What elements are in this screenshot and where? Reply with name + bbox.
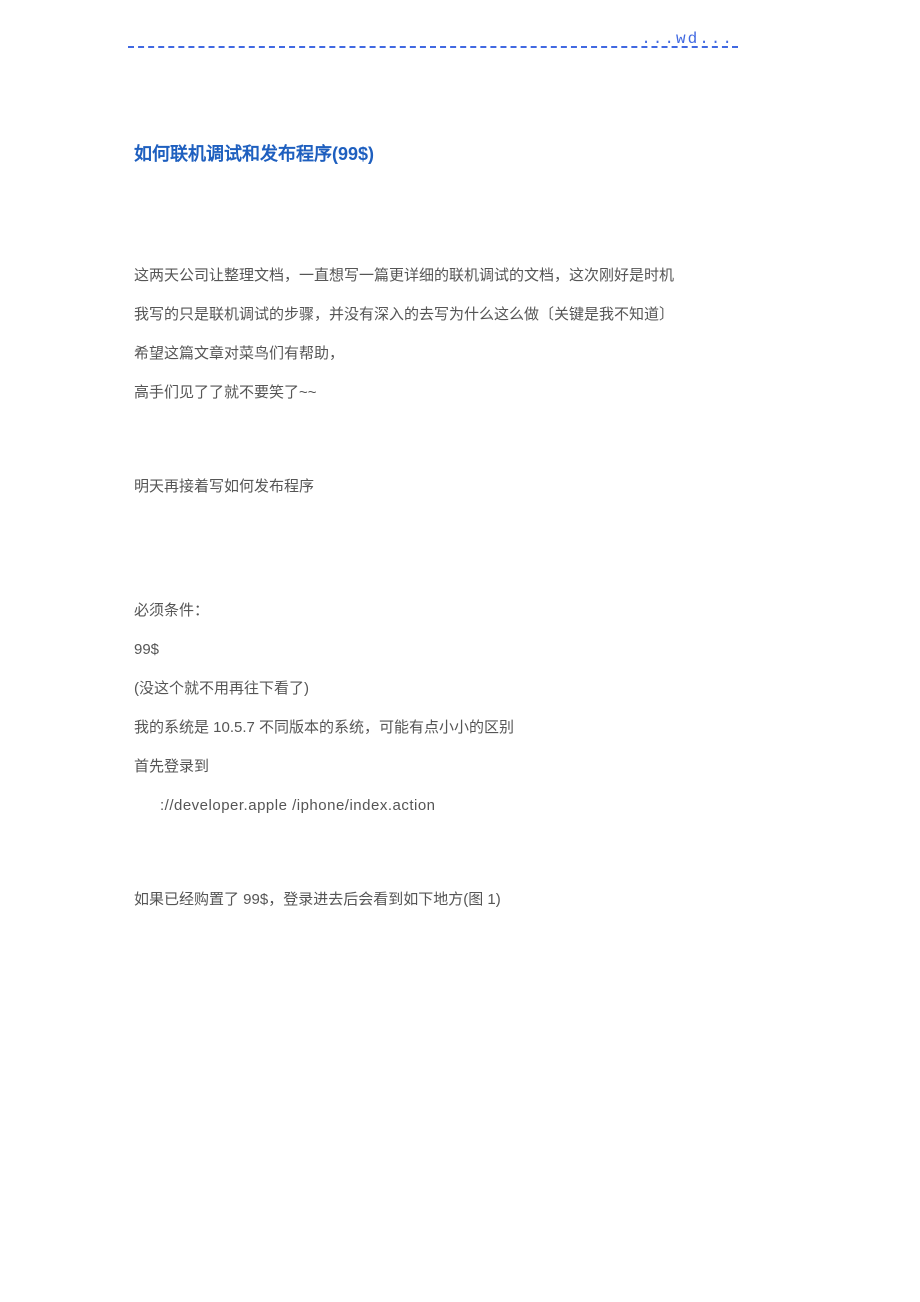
document-content: 如何联机调试和发布程序(99$) 这两天公司让整理文档，一直想写一篇更详细的联机… xyxy=(134,140,786,919)
paragraph: 希望这篇文章对菜鸟们有帮助， xyxy=(134,334,786,373)
paragraph: 这两天公司让整理文档，一直想写一篇更详细的联机调试的文档，这次刚好是时机 xyxy=(134,256,786,295)
paragraph: 99$ xyxy=(134,630,786,669)
paragraph: 我写的只是联机调试的步骤，并没有深入的去写为什么这么做〔关键是我不知道〕 xyxy=(134,295,786,334)
paragraph: 如果已经购置了 99$，登录进去后会看到如下地方(图 1) xyxy=(134,880,786,919)
header-divider xyxy=(128,46,738,48)
document-title: 如何联机调试和发布程序(99$) xyxy=(134,140,786,166)
paragraph-group-2: 明天再接着写如何发布程序 xyxy=(134,467,786,506)
paragraph: (没这个就不用再往下看了) xyxy=(134,669,786,708)
paragraph: 明天再接着写如何发布程序 xyxy=(134,467,786,506)
paragraph: 必须条件： xyxy=(134,591,786,630)
paragraph: 我的系统是 10.5.7 不同版本的系统，可能有点小小的区别 xyxy=(134,708,786,747)
paragraph: 首先登录到 xyxy=(134,747,786,786)
paragraph-group-1: 这两天公司让整理文档，一直想写一篇更详细的联机调试的文档，这次刚好是时机 我写的… xyxy=(134,256,786,412)
paragraph: 高手们见了了就不要笑了~~ xyxy=(134,373,786,412)
url-text: ://developer.apple /iphone/index.action xyxy=(134,786,786,825)
paragraph-group-4: 如果已经购置了 99$，登录进去后会看到如下地方(图 1) xyxy=(134,880,786,919)
paragraph-group-3: 必须条件： 99$ (没这个就不用再往下看了) 我的系统是 10.5.7 不同版… xyxy=(134,591,786,825)
